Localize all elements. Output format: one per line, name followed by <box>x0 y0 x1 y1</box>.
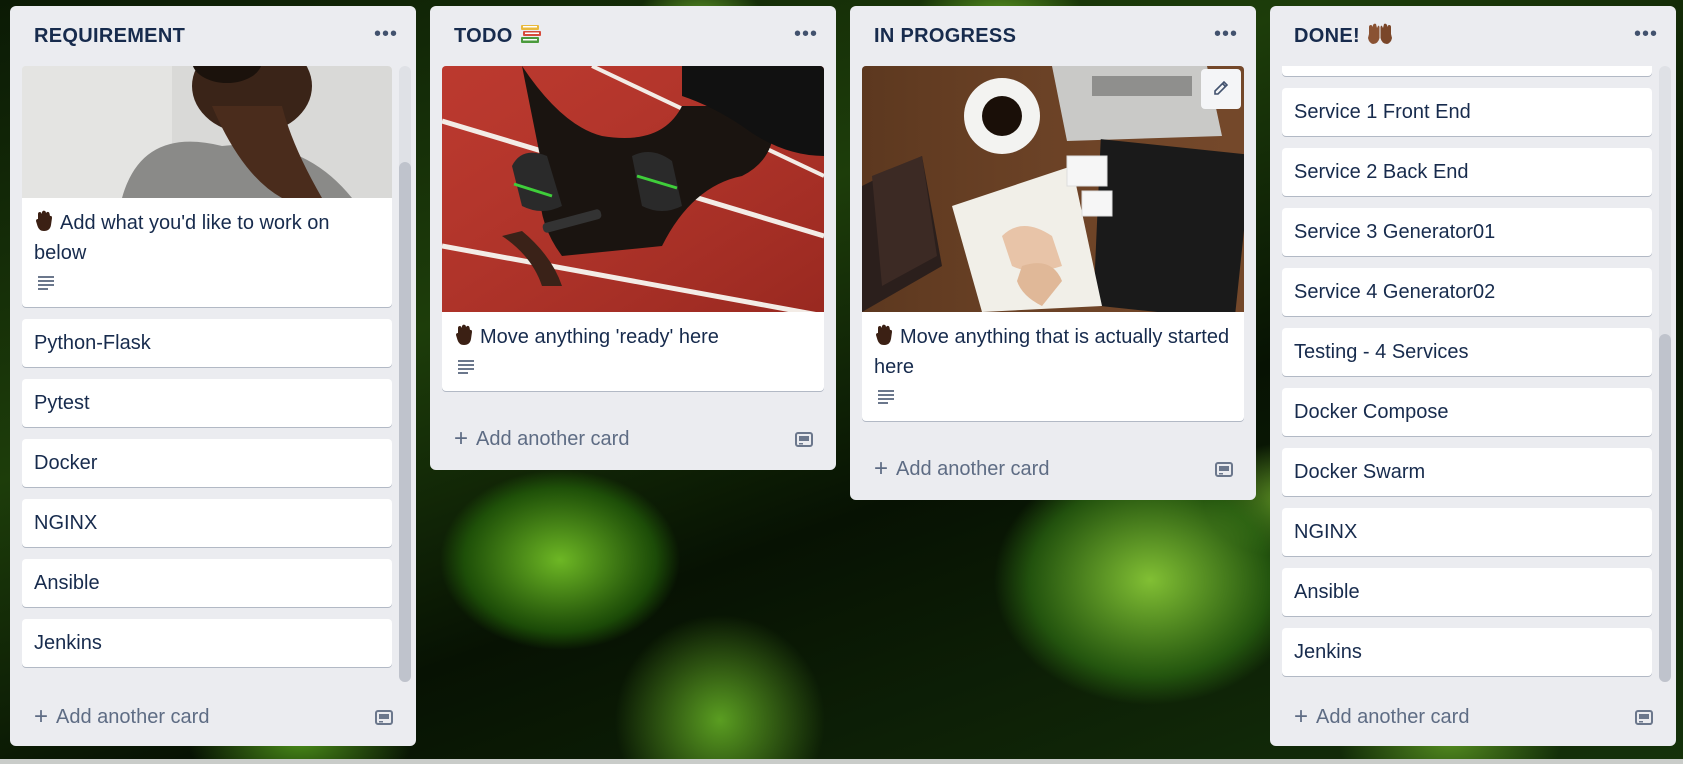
books-emoji-icon <box>519 23 543 50</box>
card-template-icon[interactable] <box>374 707 394 733</box>
card-title <box>1282 66 1652 76</box>
card-title: Service 4 Generator02 <box>1294 280 1496 303</box>
plus-icon: + <box>1294 703 1309 730</box>
card-list: Add what you'd like to work on below Pyt… <box>22 66 392 682</box>
list-menu-ellipsis-icon[interactable]: ••• <box>1634 24 1658 44</box>
description-icon <box>22 268 392 307</box>
card-item[interactable]: Docker Swarm <box>1282 448 1652 496</box>
sprinter-start-image <box>442 66 824 312</box>
card-title: NGINX <box>1294 520 1358 543</box>
list-requirement: REQUIREMENT ••• Add what you'd like to w… <box>10 6 416 746</box>
list-menu-ellipsis-icon[interactable]: ••• <box>1214 24 1238 44</box>
add-card-button[interactable]: + Add another card <box>442 414 824 464</box>
card-item[interactable]: Pytest <box>22 379 392 427</box>
card-list: Move anything 'ready' here <box>442 66 824 403</box>
scrollbar-thumb[interactable] <box>399 162 411 682</box>
card-item-partial[interactable] <box>1282 66 1652 76</box>
card-item[interactable]: Python-Flask <box>22 319 392 367</box>
card-title: Service 3 Generator01 <box>1294 220 1496 243</box>
card-title: Jenkins <box>34 631 102 654</box>
scrollbar[interactable] <box>1659 66 1671 682</box>
card-title: Testing - 4 Services <box>1294 340 1469 363</box>
list-title[interactable]: DONE! <box>1294 25 1360 48</box>
add-card-button[interactable]: + Add another card <box>22 692 404 742</box>
card-template-icon[interactable] <box>1634 707 1654 733</box>
card-title: Python-Flask <box>34 331 151 354</box>
card-item[interactable]: Ansible <box>22 559 392 607</box>
list-header[interactable]: DONE! ••• <box>1270 6 1676 66</box>
plus-icon: + <box>454 425 469 452</box>
person-thinking-image <box>22 66 392 198</box>
list-title[interactable]: REQUIREMENT <box>34 25 185 48</box>
card-item[interactable]: NGINX <box>1282 508 1652 556</box>
card-title: Move anything that is actually started h… <box>874 326 1230 378</box>
add-card-label: Add another card <box>476 427 630 450</box>
list-menu-ellipsis-icon[interactable]: ••• <box>794 24 818 44</box>
card-title: Move anything 'ready' here <box>480 326 719 348</box>
card-item[interactable]: Service 1 Front End <box>1282 88 1652 136</box>
card-item[interactable]: Docker <box>22 439 392 487</box>
list-in-progress: IN PROGRESS ••• Move anything that is ac… <box>850 6 1256 500</box>
list-header[interactable]: REQUIREMENT ••• <box>10 6 416 66</box>
card-item[interactable]: Jenkins <box>1282 628 1652 676</box>
card-intro[interactable]: Move anything 'ready' here <box>442 66 824 391</box>
card-item[interactable]: Service 4 Generator02 <box>1282 268 1652 316</box>
card-cover-image <box>442 66 824 312</box>
card-cover-image <box>862 66 1244 312</box>
card-item[interactable]: Service 3 Generator01 <box>1282 208 1652 256</box>
card-item[interactable]: NGINX <box>22 499 392 547</box>
card-title: NGINX <box>34 511 98 534</box>
card-intro[interactable]: Add what you'd like to work on below <box>22 66 392 307</box>
edit-card-button[interactable] <box>1201 69 1241 109</box>
card-title: Service 2 Back End <box>1294 160 1469 183</box>
raised-hands-emoji-icon <box>1366 22 1394 51</box>
card-title: Docker Compose <box>1294 400 1449 423</box>
list-menu-ellipsis-icon[interactable]: ••• <box>374 24 398 44</box>
card-title: Service 1 Front End <box>1294 100 1471 123</box>
desk-workspace-image <box>862 66 1244 312</box>
add-card-button[interactable]: + Add another card <box>1282 692 1664 742</box>
pencil-icon <box>1214 80 1229 95</box>
raised-hand-emoji-icon <box>876 324 892 345</box>
card-intro[interactable]: Move anything that is actually started h… <box>862 66 1244 421</box>
card-title: Ansible <box>1294 580 1360 603</box>
card-list: Service 1 Front End Service 2 Back End S… <box>1282 66 1652 682</box>
list-todo: TODO ••• Move anything 'ready' here + Ad… <box>430 6 836 470</box>
raised-hand-emoji-icon <box>456 324 472 345</box>
add-card-label: Add another card <box>56 705 210 728</box>
description-icon <box>862 382 1244 421</box>
add-card-label: Add another card <box>1316 705 1470 728</box>
card-title: Jenkins <box>1294 640 1362 663</box>
card-list: Move anything that is actually started h… <box>862 66 1244 433</box>
add-card-button[interactable]: + Add another card <box>862 444 1244 494</box>
card-item[interactable]: Ansible <box>1282 568 1652 616</box>
horizontal-scrollbar[interactable] <box>0 759 1683 764</box>
card-template-icon[interactable] <box>1214 459 1234 485</box>
scrollbar[interactable] <box>399 66 411 682</box>
card-template-icon[interactable] <box>794 429 814 455</box>
plus-icon: + <box>34 703 49 730</box>
list-header[interactable]: TODO ••• <box>430 6 836 66</box>
plus-icon: + <box>874 455 889 482</box>
list-header[interactable]: IN PROGRESS ••• <box>850 6 1256 66</box>
list-done: DONE! ••• Service 1 Front End Service 2 … <box>1270 6 1676 746</box>
add-card-label: Add another card <box>896 457 1050 480</box>
raised-hand-emoji-icon <box>36 210 52 231</box>
list-title[interactable]: TODO <box>454 25 513 48</box>
card-title: Docker <box>34 451 98 474</box>
card-title: Pytest <box>34 391 90 414</box>
card-item[interactable]: Jenkins <box>22 619 392 667</box>
card-item[interactable]: Service 2 Back End <box>1282 148 1652 196</box>
card-item[interactable]: Testing - 4 Services <box>1282 328 1652 376</box>
list-title[interactable]: IN PROGRESS <box>874 25 1016 48</box>
scrollbar-thumb[interactable] <box>1659 334 1671 682</box>
card-cover-image <box>22 66 392 198</box>
description-icon <box>442 352 824 391</box>
card-title: Docker Swarm <box>1294 460 1426 483</box>
card-title: Ansible <box>34 571 100 594</box>
card-title: Add what you'd like to work on below <box>34 212 330 264</box>
card-item[interactable]: Docker Compose <box>1282 388 1652 436</box>
